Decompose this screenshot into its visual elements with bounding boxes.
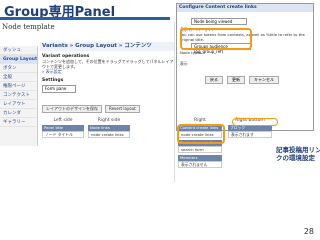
page-number: 28 [303,227,314,236]
sidebar-item[interactable]: コンテクスト [0,91,37,100]
pane-select[interactable]: Form pane [42,85,76,93]
revert-layout-button[interactable]: Revert layout [105,105,140,113]
region-label: Left side [53,118,73,123]
dialog-buttons: 戻る 更新 キャンセル [205,76,279,84]
sidebar-item[interactable]: ダッシュ [0,46,37,55]
slide: Group専用Panel Node template ダッシュ Group La… [0,0,320,240]
settings-heading: Settings [42,78,64,83]
left-screenshot: Node template ダッシュ Group Layout ボタン 全般 権… [0,22,175,182]
block-body: 表示されません [178,161,222,168]
highlight-context-fields [180,28,252,50]
block-body: 表示されます [228,131,272,138]
sidebar: ダッシュ Group Layout ボタン 全般 権限ページ コンテクスト レイ… [0,46,38,146]
node-template-heading: Node template [2,23,55,31]
dialog-title: Configure Content create links [177,4,313,12]
sidebar-item[interactable]: 全般 [0,73,37,82]
save-layout-button[interactable]: レイアウトのデザインを保存 [42,105,102,113]
title-accent-bar [0,17,170,20]
sidebar-item[interactable]: 権限ページ [0,82,37,91]
sidebar-item[interactable]: ギャラリー [0,118,37,127]
highlight-create-links-block [177,124,225,144]
instruction-text: コンテンツを追加して、その位置をドラッグでドラッグしてパネルレイアウトで変更しま… [42,59,174,69]
view-title: Variants » Group Layout » コンテンツ [40,42,174,51]
back-button[interactable]: 戻る [205,76,223,84]
left-regions: Left side Panel title ノード タイトル Right sid… [40,118,174,178]
sidebar-item-active[interactable]: Group Layout [0,55,37,64]
display-label: 表示 [180,61,188,66]
sidebar-item[interactable]: カレンダ [0,109,37,118]
cancel-button[interactable]: キャンセル [249,76,279,84]
region-column: Left side Panel title ノード タイトル [42,118,84,138]
button-row: レイアウトのデザインを保存 Revert layout [40,105,174,113]
block-body: search form [178,146,222,153]
sidebar-item[interactable]: ボタン [0,64,37,73]
preview-link[interactable]: » 表示設定 [40,69,174,75]
configure-dialog: Configure Content create links Node bein… [176,3,314,131]
finish-button[interactable]: 更新 [227,76,245,84]
node-context-field[interactable]: Node being viewed [191,18,247,25]
block-body: ノード タイトル [42,131,84,138]
annotation-text: 記事投稿用リンクの環境設定 [276,146,320,162]
region-label: Right side [97,118,121,123]
region-column: Right side Node links node create links [88,118,130,138]
context-label: Node types [180,50,202,55]
highlight-region [232,118,278,126]
block-body: node create links [88,131,130,138]
sidebar-item[interactable]: レイアウト [0,100,37,109]
